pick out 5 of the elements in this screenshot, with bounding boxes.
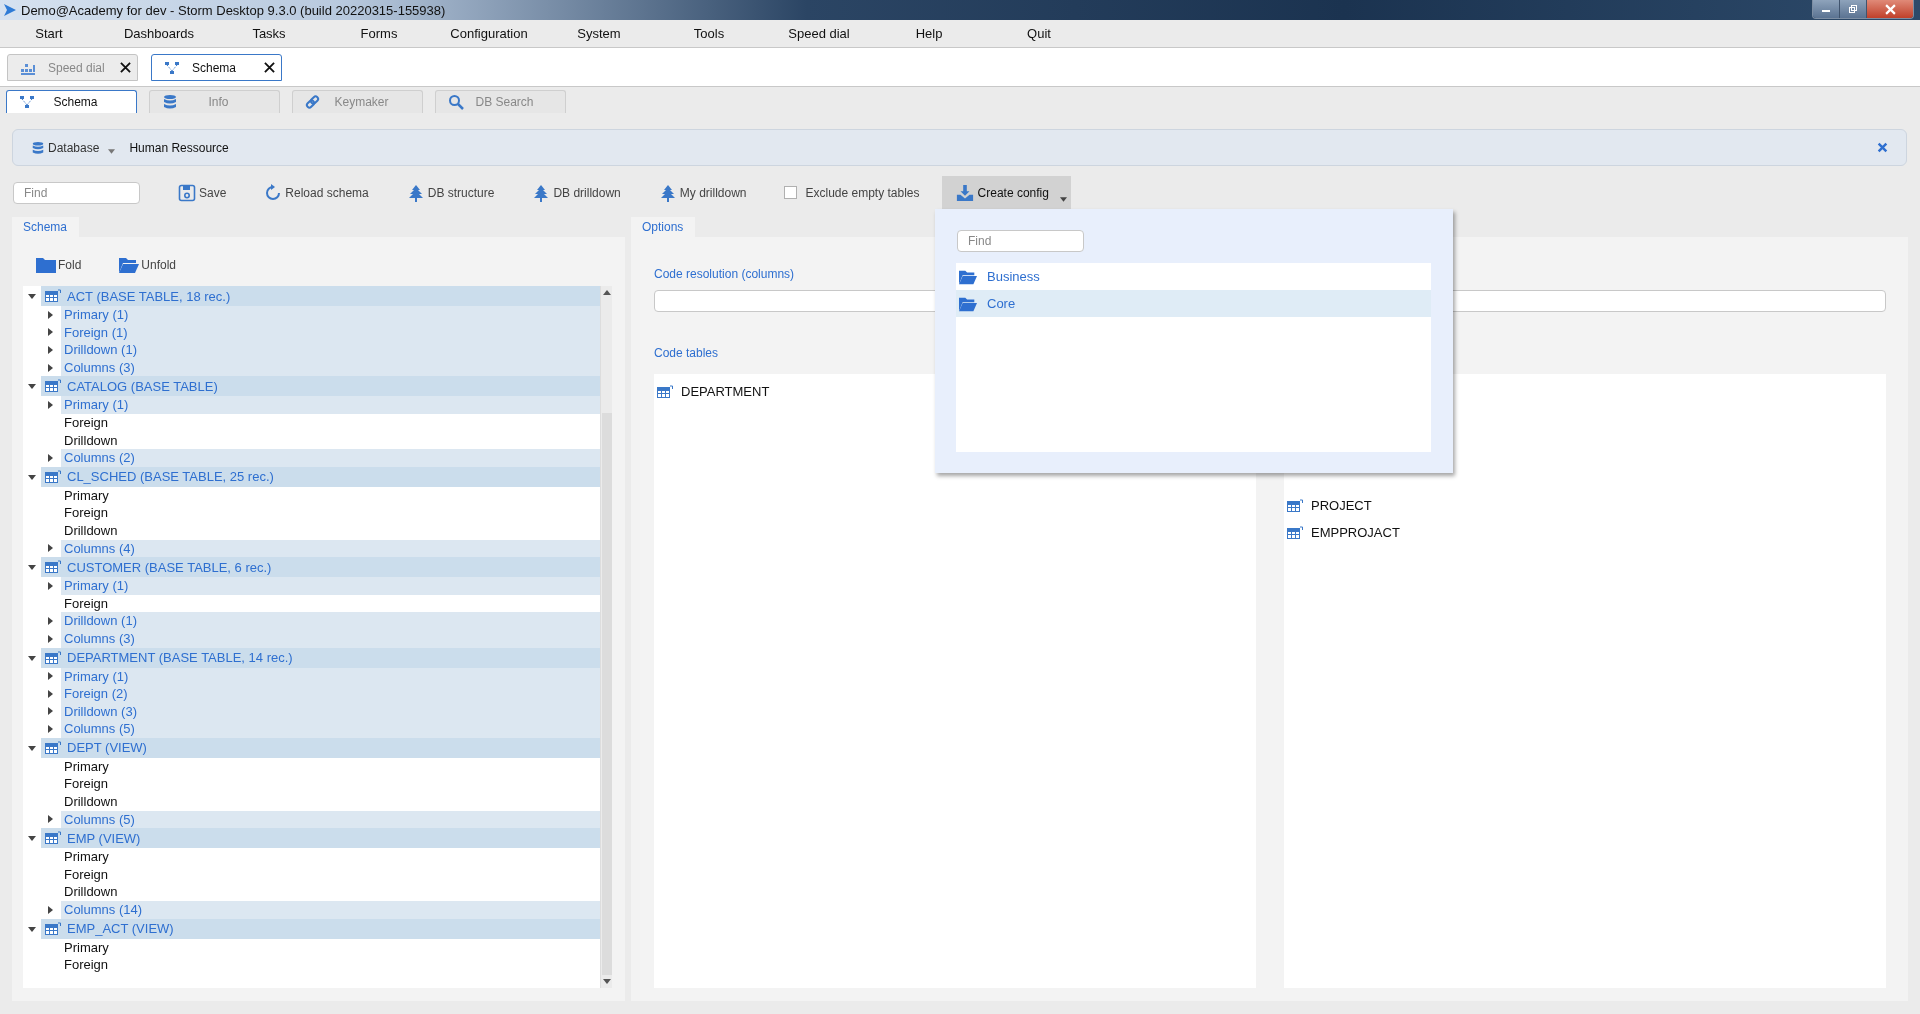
field-label: Code tables (654, 346, 719, 360)
checkbox-label: Exclude empty tables (805, 185, 920, 200)
window-title: Demo@Academy for dev - Storm Desktop 9.3.0 (build 20220315-155938) (21, 2, 446, 18)
field-label: Code resolution (columns) (654, 267, 795, 281)
schema-name: Human Ressource (129, 140, 229, 155)
